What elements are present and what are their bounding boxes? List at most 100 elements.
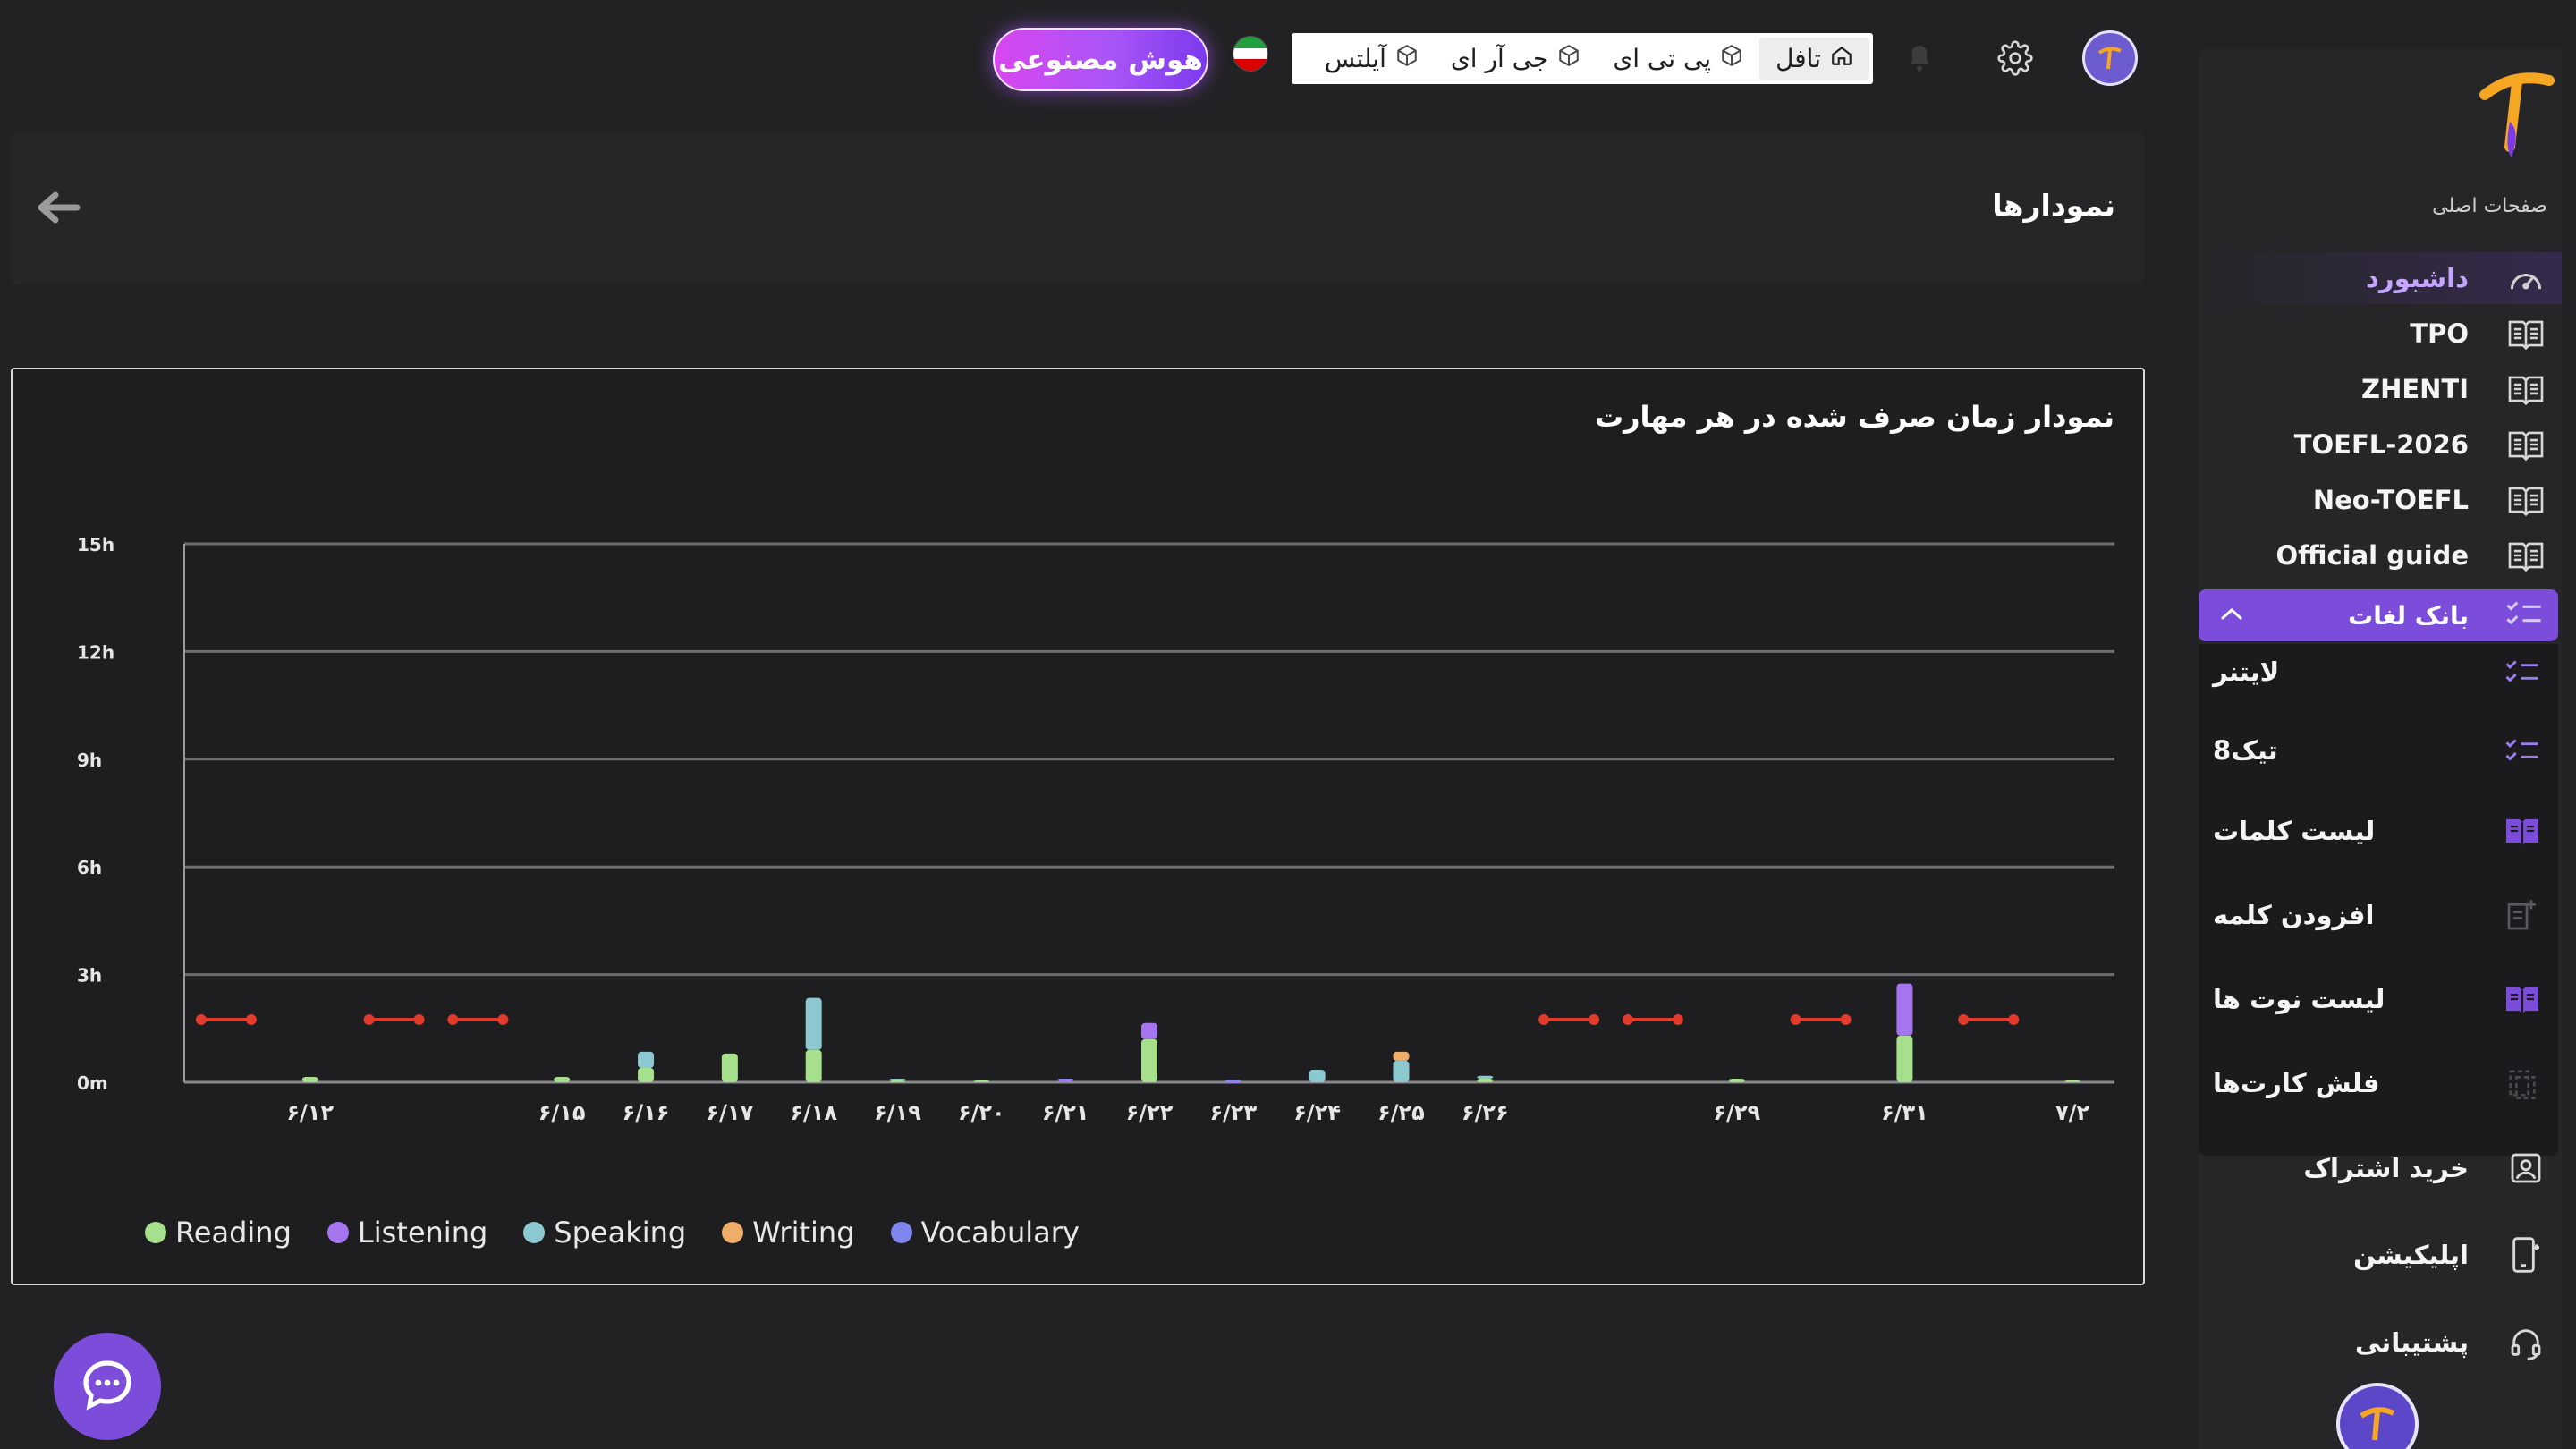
bar-segment-speaking (638, 1051, 655, 1068)
legend-dot (326, 1222, 349, 1243)
legend-dot (145, 1222, 166, 1243)
chevron-up-icon[interactable] (2220, 606, 2243, 624)
x-tick-label: ۶/۱۸ (790, 1100, 837, 1125)
checklist-icon (2501, 652, 2544, 691)
gauge-icon (2504, 258, 2547, 298)
tab-toefl-label: تافل (1775, 44, 1821, 73)
legend-item-vocabulary[interactable]: Vocabulary (890, 1216, 1080, 1250)
headset-icon (2504, 1323, 2547, 1362)
bar-segment-reading (2064, 1080, 2081, 1082)
legend-dot (722, 1222, 744, 1243)
legend-label: Vocabulary (920, 1216, 1080, 1250)
x-tick-label: ۶/۲۹ (1713, 1100, 1760, 1125)
no-data-marker-dot (363, 1014, 375, 1025)
sidebar-item-label: Official guide (2275, 540, 2469, 571)
sidebar-item-neo-toefl[interactable]: Neo-TOEFL (2199, 474, 2562, 526)
tab-pte[interactable]: پی تی ای (1597, 38, 1759, 80)
sidebar-subitem-label: لیست نوت ها (2213, 984, 2385, 1014)
legend-label: Reading (175, 1216, 292, 1250)
bar-segment-vocabulary (1224, 1080, 1241, 1082)
tab-pte-label: پی تی ای (1613, 44, 1712, 73)
tab-ielts[interactable]: آیلتس (1309, 38, 1435, 80)
sidebar-subitem-leitner[interactable]: لایتنر (2199, 644, 2558, 699)
sidebar-item-label: داشبورد (2366, 263, 2469, 293)
x-tick-label: ۶/۱۵ (538, 1100, 586, 1125)
x-tick-label: ۶/۲۰ (958, 1100, 1005, 1125)
sidebar-item-toefl-2026[interactable]: TOEFL-2026 (2199, 419, 2562, 470)
sidebar-item-label: TOEFL-2026 (2293, 429, 2469, 460)
bar-segment-listening (1141, 1022, 1157, 1039)
legend-dot (523, 1222, 546, 1243)
no-data-marker-dot (1622, 1014, 1633, 1025)
checklist-icon (2504, 598, 2544, 632)
chat-support-button[interactable] (54, 1333, 161, 1440)
gear-icon[interactable] (1995, 38, 2036, 79)
tab-gre-label: جی آر ای (1450, 44, 1549, 73)
sidebar: صفحات اصلی داشبورد TPO ZHENTI TOEFL-2026… (2199, 48, 2562, 1449)
user-card-icon (2504, 1148, 2547, 1188)
legend-label: Writing (752, 1216, 855, 1250)
sidebar-item-vocab-bank[interactable]: بانک لغات (2199, 589, 2558, 641)
sidebar-item-subscription[interactable]: خرید اشتراک (2199, 1142, 2562, 1194)
brand-badge-logo (2336, 1383, 2419, 1449)
y-tick-label: 12h (77, 641, 114, 663)
sidebar-item-label: پشتیبانی (2354, 1327, 2469, 1358)
sidebar-subitem-notes-list[interactable]: لیست نوت ها (2199, 971, 2558, 1027)
sidebar-item-dashboard[interactable]: داشبورد (2199, 252, 2562, 304)
bar-segment-reading (1728, 1078, 1745, 1082)
book-icon (2504, 425, 2547, 464)
chart-legend: Reading Listening Speaking Writing Vocabular… (145, 1216, 1080, 1250)
sidebar-item-application[interactable]: اپلیکیشن (2199, 1229, 2562, 1281)
tab-gre[interactable]: جی آر ای (1435, 38, 1597, 80)
bell-icon[interactable] (1903, 40, 1936, 76)
x-tick-label: ۶/۲۱ (1042, 1100, 1089, 1125)
sidebar-item-tpo[interactable]: TPO (2199, 308, 2562, 360)
legend-item-reading[interactable]: Reading (145, 1216, 292, 1250)
sidebar-subitem-label: تیک8 (2213, 735, 2278, 766)
user-avatar[interactable] (2082, 30, 2138, 86)
bar-segment-speaking (1477, 1075, 1494, 1079)
no-data-marker-dot (1840, 1014, 1852, 1025)
sidebar-item-support[interactable]: پشتیبانی (2199, 1317, 2562, 1368)
legend-item-listening[interactable]: Listening (326, 1216, 488, 1250)
no-data-marker-dot (413, 1014, 425, 1025)
chat-bubble-icon (79, 1356, 136, 1417)
chart-plot: 0m 3h 6h 9h 12h 15h ۶/۱۲ ۶/۱۵ ۶/۱۶ ۶/۱۷ ۶/۱۸ ۶/۱۹ ۶/… (77, 534, 2114, 1125)
time-per-skill-chart: نمودار زمان صرف شده در هر مهارت 0m 3h 6h 9h… (11, 368, 2145, 1285)
book-icon (2504, 480, 2547, 520)
sidebar-subitem-add-word[interactable]: افزودن کلمه (2199, 887, 2558, 943)
sidebar-subitem-label: فلش کارت‌ها (2213, 1068, 2380, 1098)
y-tick-label: 3h (77, 965, 102, 987)
legend-item-speaking[interactable]: Speaking (523, 1216, 686, 1250)
no-data-marker-dot (1958, 1014, 1970, 1025)
bar-segment-reading (554, 1076, 571, 1082)
flashcard-icon (2501, 1063, 2544, 1103)
x-tick-label: ۶/۱۷ (707, 1100, 754, 1125)
sidebar-subitem-tik8[interactable]: تیک8 (2199, 723, 2558, 778)
page-title: نمودارها (1992, 188, 2115, 223)
mobile-icon (2504, 1235, 2547, 1275)
add-note-icon (2501, 895, 2544, 935)
bar-segment-reading (973, 1080, 990, 1082)
sidebar-subitem-word-list[interactable]: لیست کلمات (2199, 803, 2558, 859)
sidebar-item-zhenti[interactable]: ZHENTI (2199, 363, 2562, 415)
x-tick-label: ۶/۱۹ (874, 1100, 921, 1125)
sidebar-item-official-guide[interactable]: Official guide (2199, 530, 2562, 581)
app-logo[interactable] (2478, 68, 2555, 166)
legend-label: Listening (357, 1216, 488, 1250)
no-data-marker-dot (2008, 1014, 2020, 1025)
iran-flag-icon[interactable] (1233, 36, 1268, 72)
sidebar-subitem-label: افزودن کلمه (2213, 900, 2375, 930)
x-tick-label: ۶/۱۲ (286, 1100, 334, 1125)
legend-item-writing[interactable]: Writing (722, 1216, 855, 1250)
ai-assistant-button[interactable]: هوش مصنوعی (993, 28, 1208, 91)
sidebar-subitem-flashcards[interactable]: فلش کارت‌ها (2199, 1055, 2558, 1111)
bar-segment-reading (721, 1053, 738, 1082)
section-label-main-pages: صفحات اصلی (2432, 195, 2547, 217)
no-data-marker-dot (497, 1014, 509, 1025)
sidebar-subitem-label: لایتنر (2213, 657, 2280, 687)
tab-toefl[interactable]: تافل (1759, 38, 1869, 80)
bar-segment-reading (805, 1049, 822, 1082)
back-arrow-icon[interactable] (36, 191, 80, 224)
sidebar-item-label: خرید اشتراک (2303, 1153, 2469, 1183)
